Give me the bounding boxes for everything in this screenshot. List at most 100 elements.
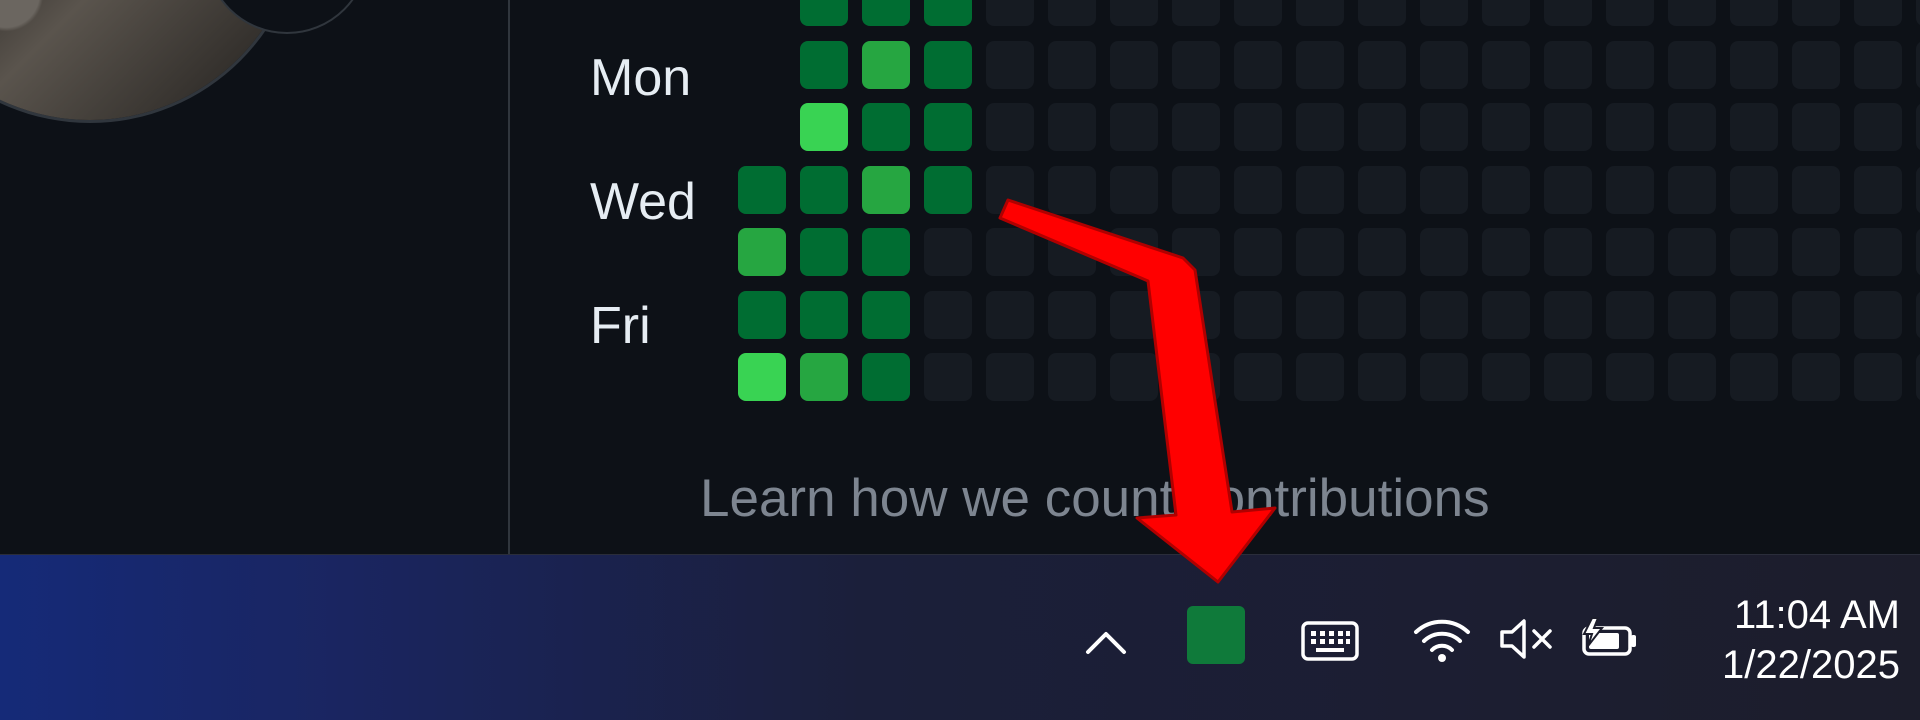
contribution-cell[interactable] [1172,290,1220,339]
volume-button[interactable] [1494,607,1558,671]
contribution-cell[interactable] [862,165,910,214]
contribution-cell[interactable] [1668,0,1716,26]
contribution-cell[interactable] [1110,228,1158,276]
contribution-cell[interactable] [1916,228,1920,276]
contribution-cell[interactable] [1296,353,1344,401]
contribution-cell[interactable] [1606,290,1654,339]
contribution-cell[interactable] [924,353,972,401]
contribution-cell[interactable] [1544,103,1592,151]
contribution-cell[interactable] [862,40,910,89]
contribution-cell[interactable] [924,228,972,276]
contribution-cell[interactable] [1668,103,1716,151]
contribution-cell[interactable] [1544,165,1592,214]
contribution-cell[interactable] [862,0,910,26]
contribution-cell[interactable] [1048,353,1096,401]
contribution-cell[interactable] [1668,40,1716,89]
contribution-cell[interactable] [1854,40,1902,89]
contribution-cell[interactable] [1730,165,1778,214]
contribution-cell[interactable] [1234,0,1282,26]
contribution-cell[interactable] [1048,40,1096,89]
contribution-cell[interactable] [1730,0,1778,26]
contribution-cell[interactable] [862,103,910,151]
contribution-cell[interactable] [1172,0,1220,26]
contribution-cell[interactable] [1110,353,1158,401]
contribution-cell[interactable] [1234,103,1282,151]
contribution-cell[interactable] [862,290,910,339]
contribution-cell[interactable] [1048,290,1096,339]
contribution-cell[interactable] [1296,228,1344,276]
contribution-cell[interactable] [986,228,1034,276]
contribution-cell[interactable] [1606,0,1654,26]
contribution-cell[interactable] [1420,103,1468,151]
contribution-cell[interactable] [1916,40,1920,89]
touch-keyboard-button[interactable] [1298,611,1362,671]
contribution-cell[interactable] [1854,228,1902,276]
contribution-cell[interactable] [1668,165,1716,214]
contribution-cell[interactable] [1668,290,1716,339]
network-button[interactable] [1410,607,1474,671]
contribution-cell[interactable] [1110,165,1158,214]
contribution-cell[interactable] [1296,103,1344,151]
contribution-cell[interactable] [1420,290,1468,339]
contribution-cell[interactable] [1792,228,1840,276]
contribution-cell[interactable] [738,353,786,401]
contribution-cell[interactable] [1730,353,1778,401]
contribution-cell[interactable] [1172,40,1220,89]
contribution-cell[interactable] [1234,40,1282,89]
contribution-cell[interactable] [1482,228,1530,276]
contribution-cell[interactable] [1420,353,1468,401]
contribution-cell[interactable] [1420,40,1468,89]
contribution-cell[interactable] [1792,165,1840,214]
contribution-cell[interactable] [986,290,1034,339]
contribution-cell[interactable] [800,165,848,214]
contribution-cell[interactable] [924,40,972,89]
contribution-cell[interactable] [924,103,972,151]
contribution-cell[interactable] [862,353,910,401]
contribution-cell[interactable] [1916,290,1920,339]
contribution-cell[interactable] [1172,353,1220,401]
contribution-cell[interactable] [1420,0,1468,26]
contribution-cell[interactable] [1172,103,1220,151]
contribution-cell[interactable] [1234,165,1282,214]
contribution-cell[interactable] [1358,0,1406,26]
contribution-cell[interactable] [924,0,972,26]
contribution-cell[interactable] [1358,290,1406,339]
contribution-cell[interactable] [1730,103,1778,151]
contribution-cell[interactable] [1668,353,1716,401]
contribution-cell[interactable] [1544,353,1592,401]
contribution-cell[interactable] [1916,353,1920,401]
contribution-cell[interactable] [1234,228,1282,276]
contribution-cell[interactable] [1854,353,1902,401]
contribution-cell[interactable] [862,228,910,276]
contribution-cell[interactable] [1234,353,1282,401]
contribution-cell[interactable] [1792,0,1840,26]
contribution-cell[interactable] [1110,290,1158,339]
contribution-cell[interactable] [924,290,972,339]
contribution-cell[interactable] [1792,40,1840,89]
contribution-cell[interactable] [1730,290,1778,339]
contribution-cell[interactable] [1296,165,1344,214]
contribution-cell[interactable] [1606,40,1654,89]
contribution-cell[interactable] [1420,228,1468,276]
tray-app-button[interactable] [1186,605,1246,665]
contribution-cell[interactable] [738,165,786,214]
contribution-cell[interactable] [924,165,972,214]
contribution-cell[interactable] [1048,103,1096,151]
contribution-cell[interactable] [1296,0,1344,26]
contribution-cell[interactable] [1110,103,1158,151]
contribution-cell[interactable] [1606,103,1654,151]
contribution-cell[interactable] [1172,165,1220,214]
contribution-cell[interactable] [1482,0,1530,26]
contribution-cell[interactable] [1606,228,1654,276]
contribution-cell[interactable] [1482,103,1530,151]
battery-button[interactable] [1578,607,1642,671]
contribution-cell[interactable] [986,0,1034,26]
contribution-cell[interactable] [1048,0,1096,26]
contribution-cell[interactable] [800,353,848,401]
contribution-cell[interactable] [1544,228,1592,276]
contribution-cell[interactable] [1916,165,1920,214]
contribution-cell[interactable] [1110,40,1158,89]
contribution-cell[interactable] [1358,228,1406,276]
contribution-cell[interactable] [1358,40,1406,89]
contribution-cell[interactable] [1854,165,1902,214]
